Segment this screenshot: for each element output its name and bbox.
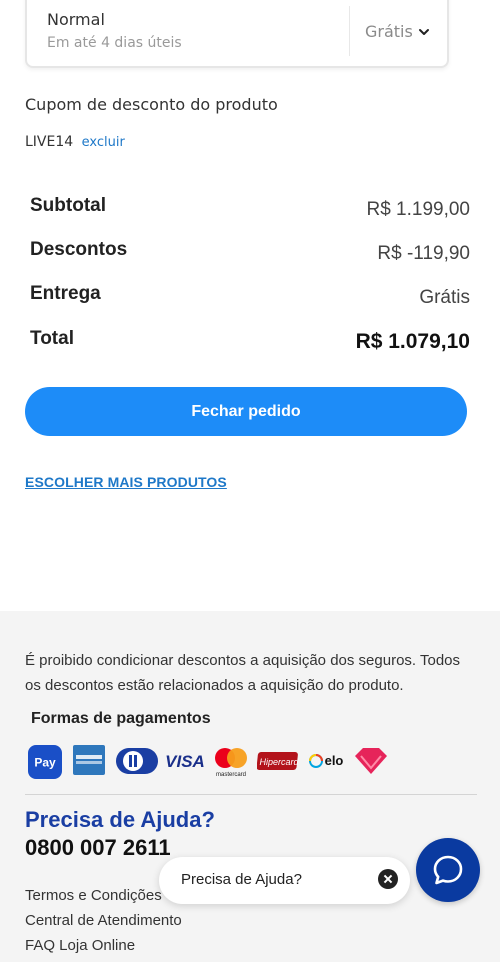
shipping-option-name: Normal: [47, 10, 105, 29]
mastercard-icon: mastercard: [215, 748, 247, 778]
subtotal-label: Subtotal: [30, 195, 106, 216]
subtotal-value: R$ 1.199,00: [366, 199, 470, 220]
shipping-divider: [349, 6, 350, 56]
samsung-pay-icon: Pay: [28, 745, 62, 779]
subtotal-row: Subtotal R$ 1.199,00: [30, 195, 470, 220]
american-express-icon: [73, 745, 105, 775]
footer-divider: [25, 794, 477, 795]
help-bubble[interactable]: Precisa de Ajuda?: [159, 857, 410, 904]
mastercard-label: mastercard: [216, 772, 246, 778]
help-bubble-text: Precisa de Ajuda?: [181, 871, 302, 888]
vivo-pay-icon: [355, 748, 387, 774]
footer: É proibido condicionar descontos a aquis…: [0, 611, 500, 962]
chat-icon: [433, 855, 463, 885]
shipping-option-eta: Em até 4 dias úteis: [47, 35, 182, 51]
delivery-row: Entrega Grátis: [30, 283, 470, 308]
choose-more-products-link[interactable]: ESCOLHER MAIS PRODUTOS: [25, 474, 227, 490]
footer-link-support[interactable]: Central de Atendimento: [25, 912, 182, 929]
elo-icon: elo: [309, 753, 344, 768]
chevron-down-icon[interactable]: [417, 25, 431, 39]
delivery-label: Entrega: [30, 283, 101, 304]
help-title: Precisa de Ajuda?: [25, 807, 215, 832]
checkout-button[interactable]: Fechar pedido: [25, 387, 467, 436]
shipping-option-price: Grátis: [365, 22, 413, 41]
total-value: R$ 1.079,10: [355, 330, 470, 353]
chat-button[interactable]: [416, 838, 480, 902]
coupon-title: Cupom de desconto do produto: [25, 95, 278, 114]
total-label: Total: [30, 328, 74, 349]
coupon-remove-link[interactable]: excluir: [82, 135, 125, 150]
total-row: Total R$ 1.079,10: [30, 326, 470, 353]
close-icon[interactable]: [378, 869, 398, 889]
shipping-option-card[interactable]: Normal Em até 4 dias úteis Grátis: [25, 0, 449, 68]
visa-label: VISA: [165, 752, 205, 771]
discounts-label: Descontos: [30, 239, 128, 260]
discount-disclaimer: É proibido condicionar descontos a aquis…: [25, 652, 460, 694]
help-phone[interactable]: 0800 007 2611: [25, 835, 171, 861]
elo-label: elo: [325, 753, 344, 768]
coupon-row: LIVE14 excluir: [25, 134, 125, 150]
hipercard-icon: Hipercard: [257, 752, 300, 770]
delivery-value: Grátis: [419, 287, 470, 308]
samsung-pay-label: Pay: [34, 756, 56, 770]
hipercard-label: Hipercard: [259, 757, 299, 767]
footer-link-faq[interactable]: FAQ Loja Online: [25, 937, 135, 954]
discounts-row: Descontos R$ -119,90: [30, 239, 470, 264]
discounts-value: R$ -119,90: [377, 243, 470, 264]
footer-link-terms[interactable]: Termos e Condições: [25, 887, 162, 904]
payment-methods-title: Formas de pagamentos: [31, 710, 211, 727]
coupon-code: LIVE14: [25, 134, 74, 150]
visa-icon: VISA: [165, 752, 205, 771]
diners-club-icon: [116, 748, 158, 774]
